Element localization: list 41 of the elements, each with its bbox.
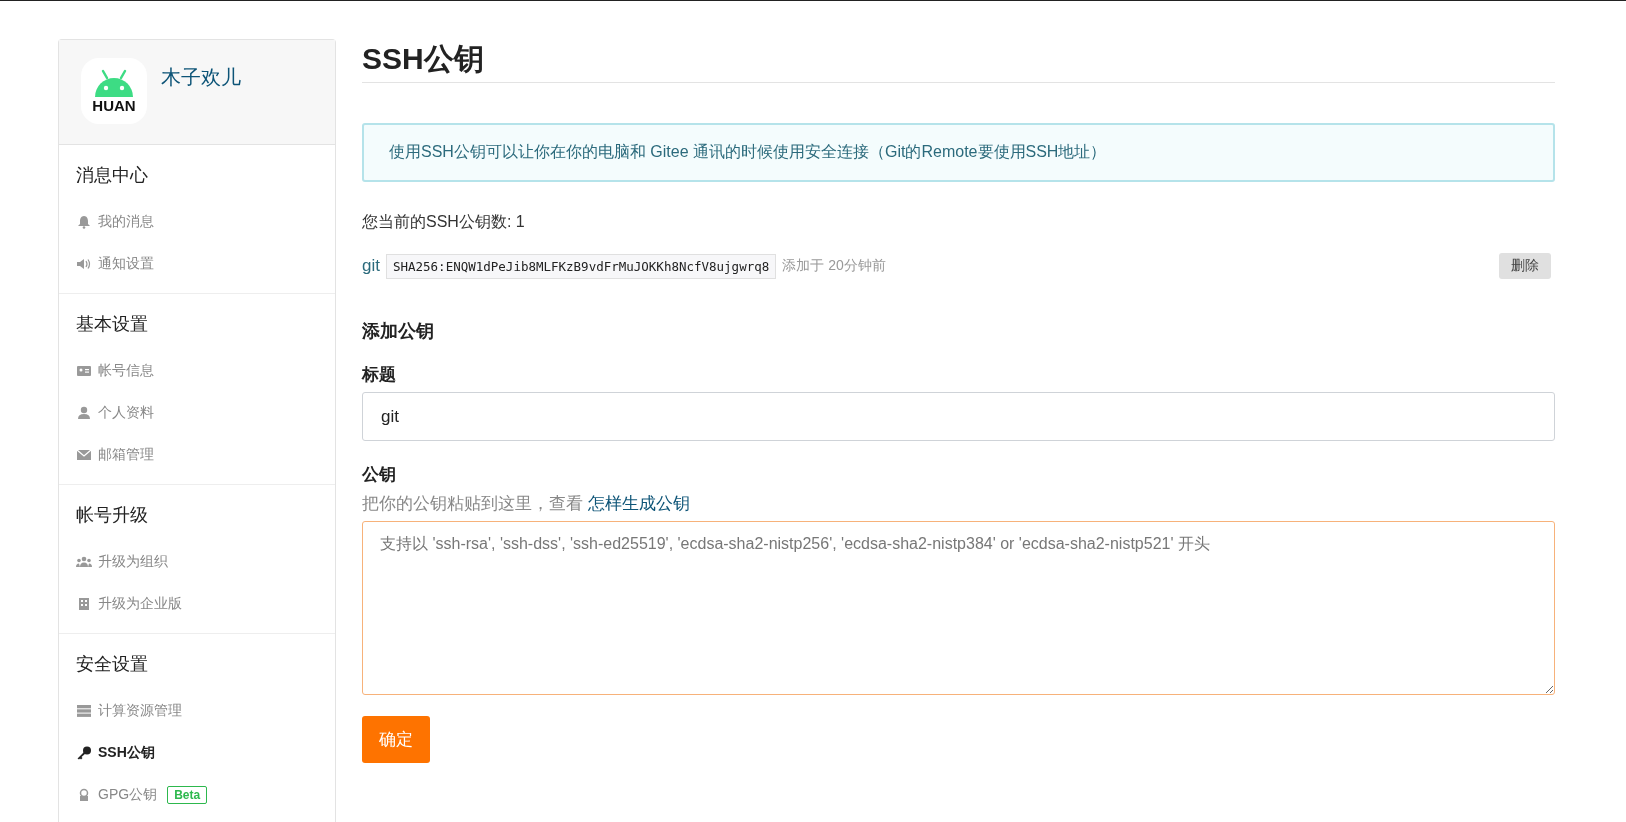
added-time: 添加于 20分钟前 bbox=[782, 257, 886, 275]
user-icon bbox=[76, 406, 92, 420]
section-title: 帐号升级 bbox=[76, 504, 149, 527]
page-title: SSH公钥 bbox=[362, 39, 1555, 83]
section-heading: 添加公钥 bbox=[362, 320, 435, 343]
server-icon bbox=[76, 704, 92, 718]
bell-icon bbox=[76, 215, 92, 229]
card-icon bbox=[76, 364, 92, 378]
help-text: 把你的公钥粘贴到这里，查看 bbox=[362, 494, 583, 513]
field-label: 标题 bbox=[362, 364, 397, 386]
field-label: 公钥 bbox=[362, 464, 397, 486]
sidebar-item[interactable]: 升级为企业版 bbox=[76, 583, 182, 625]
username-link[interactable]: 木子欢儿 bbox=[161, 64, 241, 88]
sidebar-item[interactable]: 通知设置 bbox=[76, 243, 154, 285]
key-fingerprint: SHA256:ENQW1dPeJib8MLFKzB9vdFrMuJOKKh8NcfV8ujgwrq8 bbox=[385, 253, 777, 279]
key-name: git bbox=[362, 256, 380, 276]
submit-button[interactable]: 确定 bbox=[362, 716, 430, 763]
section-title: 基本设置 bbox=[76, 313, 149, 336]
sidebar-item[interactable]: 邮箱管理 bbox=[76, 434, 154, 476]
sidebar-item[interactable]: 计算资源管理 bbox=[76, 690, 182, 732]
sidebar-item[interactable]: 我的消息 bbox=[76, 201, 154, 243]
mail-icon bbox=[76, 448, 92, 462]
section-title: 消息中心 bbox=[76, 164, 149, 187]
sidebar-item[interactable]: 个人资料 bbox=[76, 392, 154, 434]
speaker-icon bbox=[76, 257, 92, 271]
sidebar-item[interactable]: SSH公钥 bbox=[76, 732, 155, 774]
title-input[interactable]: git bbox=[362, 392, 1555, 441]
key-icon bbox=[76, 746, 92, 760]
sidebar-item[interactable]: 升级为组织 bbox=[76, 541, 168, 583]
section-title: 安全设置 bbox=[76, 653, 149, 676]
users-icon bbox=[76, 555, 92, 569]
key-count: 您当前的SSH公钥数: 1 bbox=[362, 212, 526, 232]
public-key-textarea[interactable]: 支持以 'ssh-rsa', 'ssh-dss', 'ssh-ed25519', 'ecdsa-sha2-nistp256', 'ecdsa-sha2-nistp384' or 'ecdsa-sha2-nistp521' 开头 bbox=[362, 521, 1555, 695]
beta-badge: Beta bbox=[167, 786, 208, 804]
info-banner: 使用SSH公钥可以让你在你的电脑和 Gitee 通讯的时候使用安全连接（Git的Remote要使用SSH地址） bbox=[362, 123, 1555, 182]
delete-button[interactable]: 删除 bbox=[1499, 253, 1551, 279]
avatar-text: HUAN bbox=[92, 97, 136, 115]
building-icon bbox=[76, 597, 92, 611]
sidebar-item[interactable]: 帐号信息 bbox=[76, 350, 154, 392]
help-link[interactable]: 怎样生成公钥 bbox=[587, 494, 690, 513]
sidebar-item[interactable]: GPG公钥 Beta bbox=[76, 774, 208, 816]
